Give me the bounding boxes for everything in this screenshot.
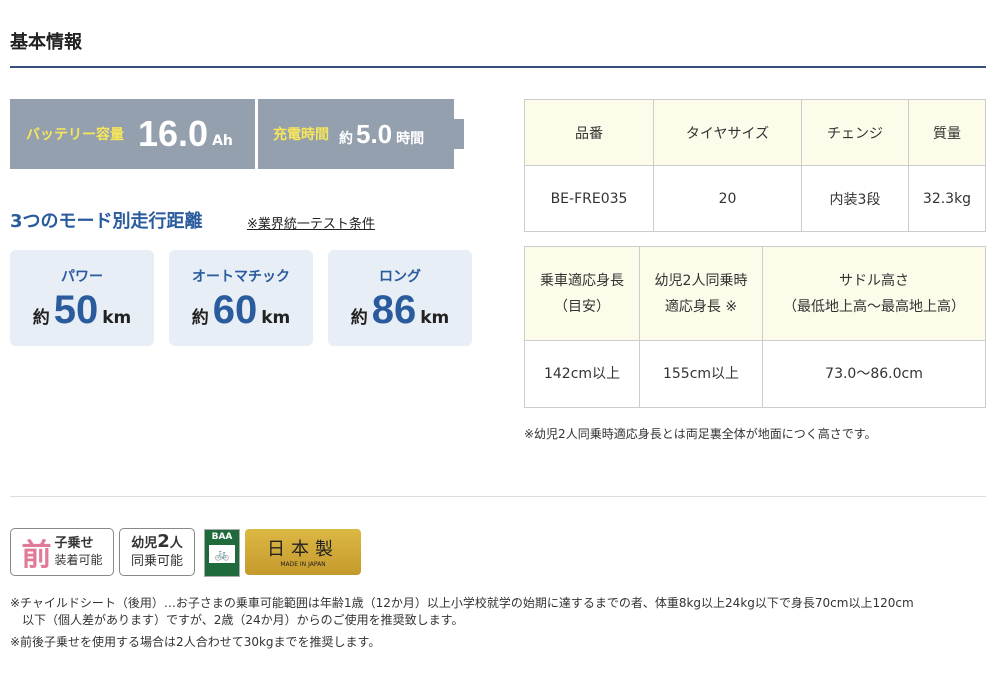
mode-card: パワー約 50 km [10,250,154,346]
line: サドル高さ [839,272,909,289]
divider [10,66,986,68]
footnote: 以下（個人差があります）ですが、2歳（24か月）からのご使用を推奨致します。 [22,613,464,627]
charge-time: 充電時間 約 5.0 時間 [258,99,454,169]
line: 人 [169,536,183,551]
front-glyph: 前 [21,538,52,573]
line: 同乗可能 [130,554,183,569]
battery-value: 16.0 [138,113,209,154]
value-cell: 155cm以上 [639,340,763,408]
test-conditions-link[interactable]: ※業界統一テスト条件 [247,213,375,232]
value-cell: 73.0〜86.0cm [762,340,986,408]
modes-heading: 3つのモード別走行距離 [10,211,203,232]
line: 幼児2人同乗時 [654,272,748,289]
mode-value: 86 [371,288,417,332]
value-cell: 内装3段 [801,165,909,232]
mode-value: 50 [53,288,99,332]
header-cell: チェンジ [801,99,909,166]
baa-text: BAA [211,532,233,542]
mode-card: ロング約 86 km [328,250,472,346]
mode-name: パワー [61,269,103,285]
line: （目安） [554,298,610,315]
front-child-seat-badge: 前 子乗せ装着可能 [10,528,114,576]
prefix: 約 [32,308,50,328]
charge-value: 5.0 [356,118,393,149]
line: 幼児 [131,536,158,551]
header-cell: 幼児2人同乗時 適応身長 ※ [639,246,763,341]
num: 2 [157,531,170,552]
header-cell: 品番 [524,99,654,166]
line: 適応身長 ※ [664,298,738,315]
line: 装着可能 [54,553,103,567]
value-cell: BE-FRE035 [524,165,654,232]
mode-value: 60 [212,288,258,332]
header-cell: タイヤサイズ [653,99,802,166]
unit: km [261,308,291,328]
value-cell: 142cm以上 [524,340,640,408]
header-cell: 質量 [908,99,986,166]
two-children-badge: 幼児2人 同乗可能 [119,528,195,576]
made-in-japan-badge: 日本製 MADE IN JAPAN [245,529,361,575]
prefix: 約 [191,308,209,328]
battery-capacity: バッテリー容量 16.0 Ah [10,99,255,169]
unit: km [420,308,450,328]
baa-mark-icon: BAA 🚲 [204,529,240,577]
value-cell: 32.3kg [908,165,986,232]
battery-label: バッテリー容量 [26,127,124,143]
charge-label: 充電時間 [273,127,329,143]
mode-name: オートマチック [192,269,290,285]
line: （最低地上高〜最高地上高） [783,298,965,315]
charge-prefix: 約 [339,131,353,147]
page-title: 基本情報 [10,32,82,53]
unit: km [102,308,132,328]
header-cell: 乗車適応身長 （目安） [524,246,640,341]
spec-table-2: 乗車適応身長 （目安） 幼児2人同乗時 適応身長 ※ サドル高さ （最低地上高〜最高地上高… [524,246,986,408]
japan-main: 日本製 [267,539,339,560]
mode-name: ロング [379,269,421,285]
prefix: 約 [350,308,368,328]
mode-card: オートマチック約 60 km [169,250,313,346]
line: 子乗せ [54,536,94,551]
header-cell: サドル高さ （最低地上高〜最高地上高） [762,246,986,341]
divider [10,496,986,497]
japan-sub: MADE IN JAPAN [280,561,326,568]
spec-note: ※幼児2人同乗時適応身長とは両足裏全体が地面につく高さです。 [524,427,877,441]
footnote: ※チャイルドシート（後用）…お子さまの乗車可能範囲は年齢1歳（12か月）以上小学… [10,596,914,610]
spec-table-1: 品番 タイヤサイズ チェンジ 質量 BE-FRE035 20 内装3段 32.3kg [524,99,986,232]
battery-tip [454,119,464,149]
value-cell: 20 [653,165,802,232]
line: 乗車適応身長 [540,272,624,289]
charge-unit: 時間 [396,131,425,147]
footnote: ※前後子乗せを使用する場合は2人合わせて30kgまでを推奨します。 [10,635,381,649]
battery-unit: Ah [212,133,233,149]
